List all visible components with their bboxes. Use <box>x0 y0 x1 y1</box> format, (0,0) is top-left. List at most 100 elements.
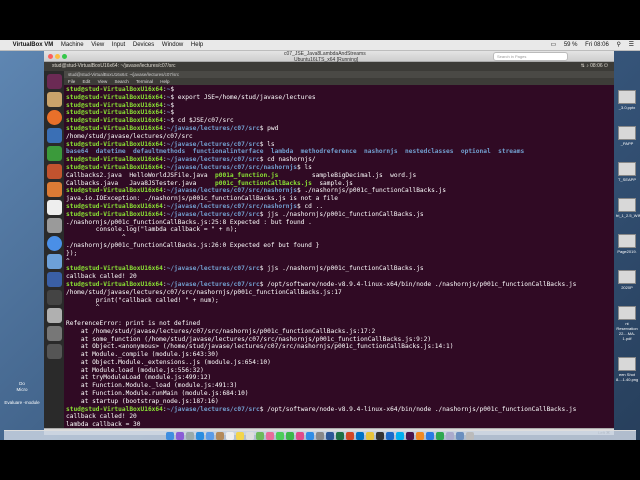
volume-icon[interactable]: ♪ <box>586 63 589 69</box>
desktop-file-icon[interactable]: fri_1_2.5_WIN... <box>616 198 640 218</box>
menu-window[interactable]: Window <box>162 40 183 50</box>
preferences-icon[interactable] <box>316 432 324 440</box>
pages-icon[interactable] <box>416 432 424 440</box>
terminal-segment: stud@stud-VirtualBoxU16x64 <box>66 101 163 109</box>
menu-app-name[interactable]: VirtualBox VM <box>13 40 54 50</box>
desktop-file-icon[interactable]: T_SEAPP <box>616 162 638 182</box>
trash-icon[interactable] <box>46 344 62 359</box>
desktop-left-label[interactable]: Evaluare -module <box>0 400 44 405</box>
ubuntu-clock[interactable]: 08:06 <box>590 63 603 69</box>
terminal-menu-edit[interactable]: Edit <box>83 79 91 84</box>
desktop-icons-right: _3.0.pptx _PAPP T_SEAPP fri_1_2.5_WIN... Pag… <box>614 62 640 428</box>
battery-icon[interactable]: ▭ <box>550 40 556 50</box>
desktop-file-icon[interactable]: een Shot 8....1.40.png <box>616 357 638 382</box>
safari-icon[interactable] <box>196 432 204 440</box>
desktop-file-icon[interactable]: nt Reservation 22....MA-1.pdf <box>616 306 638 341</box>
terminal-segment: ReferenceError: print is not defined <box>66 319 201 327</box>
launchpad-icon[interactable] <box>186 432 194 440</box>
desktop-file-icon[interactable]: _PAPP <box>616 126 638 146</box>
amazon-icon[interactable] <box>46 200 62 215</box>
terminal-segment: $ cd $JSE/c07/src <box>170 117 234 125</box>
excel-icon[interactable] <box>336 432 344 440</box>
terminal-menu-view[interactable]: View <box>98 79 108 84</box>
keynote-icon[interactable] <box>426 432 434 440</box>
file-thumbnail-icon <box>618 270 636 284</box>
network-icon[interactable]: ⇅ <box>581 63 585 69</box>
writer-icon[interactable] <box>46 128 62 143</box>
sql-icon[interactable] <box>46 308 62 323</box>
terminal-segment: $ export JSE=/home/stud/javase/lectures <box>170 93 316 101</box>
powerpoint-icon[interactable] <box>346 432 354 440</box>
power-icon[interactable]: ⏻ <box>604 63 608 69</box>
editor-icon[interactable] <box>46 254 62 269</box>
preview-icon[interactable] <box>446 432 454 440</box>
close-icon[interactable] <box>48 54 53 59</box>
downloads-icon[interactable] <box>456 432 464 440</box>
calc-icon[interactable] <box>46 146 62 161</box>
terminal-dock-icon[interactable] <box>376 432 384 440</box>
calendar-icon[interactable] <box>226 432 234 440</box>
outlook-icon[interactable] <box>356 432 364 440</box>
terminal-segment: callback called! 20 <box>66 413 137 421</box>
tool-icon[interactable] <box>46 326 62 341</box>
menubar-clock[interactable]: Fri 08:06 <box>585 40 609 50</box>
menu-devices[interactable]: Devices <box>133 40 154 50</box>
finder-icon[interactable] <box>166 432 174 440</box>
menu-list-icon[interactable]: ☰ <box>629 40 634 50</box>
search-icon[interactable]: ⚲ <box>617 40 621 50</box>
contacts-icon[interactable] <box>216 432 224 440</box>
terminal-menu-search[interactable]: Search <box>115 79 129 84</box>
terminal-menu-file[interactable]: File <box>68 79 75 84</box>
terminal-line: stud@stud-VirtualBoxU16x64:~$ cd $JSE/c0… <box>66 117 612 125</box>
minimize-icon[interactable] <box>55 54 60 59</box>
search-field[interactable]: Search in Pages <box>493 52 568 61</box>
numbers-icon[interactable] <box>436 432 444 440</box>
menu-help[interactable]: Help <box>191 40 203 50</box>
desktop-file-icon[interactable]: _3.0.pptx <box>616 90 638 110</box>
terminal-segment: stud@stud-VirtualBoxU16x64 <box>66 156 163 164</box>
terminal-menu-terminal[interactable]: Terminal <box>136 79 153 84</box>
word-icon[interactable] <box>326 432 334 440</box>
desktop-file-label: een Shot 8....1.40.png <box>616 372 639 382</box>
terminal-icon[interactable] <box>46 290 62 305</box>
trash-dock-icon[interactable] <box>466 432 474 440</box>
siri-icon[interactable] <box>176 432 184 440</box>
chrome-icon[interactable] <box>46 236 62 251</box>
impress-icon[interactable] <box>46 164 62 179</box>
files-icon[interactable] <box>46 92 62 107</box>
facetime-icon[interactable] <box>286 432 294 440</box>
app-icon[interactable] <box>46 272 62 287</box>
desktop-file-icon[interactable]: 2020P <box>616 270 638 290</box>
desktop-left-label[interactable]: Micro <box>0 387 44 392</box>
ubuntu-topbar-title: stud@stud-VirtualBoxU16x64: ~/javase/lec… <box>52 63 176 69</box>
terminal-line: stud@stud-VirtualBoxU16x64:~$ <box>66 86 612 94</box>
mail-icon[interactable] <box>206 432 214 440</box>
slack-icon[interactable] <box>406 432 414 440</box>
notes-icon[interactable] <box>236 432 244 440</box>
appstore-icon[interactable] <box>306 432 314 440</box>
chrome-dock-icon[interactable] <box>366 432 374 440</box>
messages-icon[interactable] <box>276 432 284 440</box>
itunes-icon[interactable] <box>296 432 304 440</box>
menu-input[interactable]: Input <box>112 40 125 50</box>
virtualbox-icon[interactable] <box>386 432 394 440</box>
reminders-icon[interactable] <box>246 432 254 440</box>
menu-view[interactable]: View <box>91 40 104 50</box>
terminal-output[interactable]: stud@stud-VirtualBoxU16x64:~$ stud@stud-… <box>64 85 614 428</box>
zoom-icon[interactable] <box>62 54 67 59</box>
settings-icon[interactable] <box>46 218 62 233</box>
terminal-segment: $ cd nashornjs/ <box>259 156 316 164</box>
terminal-menu-help[interactable]: Help <box>160 79 169 84</box>
photos-icon[interactable] <box>266 432 274 440</box>
software-icon[interactable] <box>46 182 62 197</box>
maps-icon[interactable] <box>256 432 264 440</box>
dash-icon[interactable] <box>46 74 62 89</box>
desktop-file-icon[interactable]: Page2019. <box>616 234 638 254</box>
menu-machine[interactable]: Machine <box>61 40 84 50</box>
battery-percent[interactable]: 59 % <box>564 40 578 50</box>
terminal-segment: $ ls <box>259 140 275 148</box>
desktop-left-label[interactable]: Do <box>0 381 44 386</box>
terminal-line: }); <box>66 250 612 258</box>
firefox-icon[interactable] <box>46 110 62 125</box>
skype-icon[interactable] <box>396 432 404 440</box>
